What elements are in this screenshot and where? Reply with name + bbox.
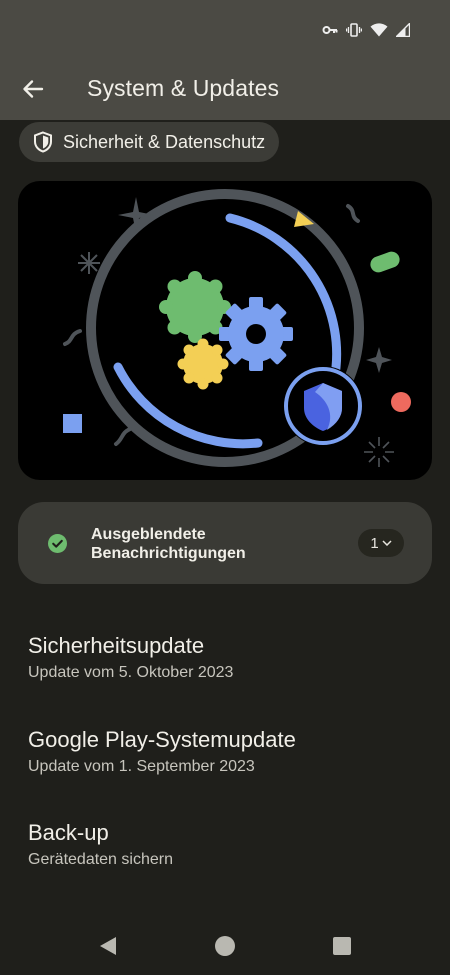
key-icon	[322, 24, 338, 36]
page-title: System & Updates	[87, 75, 280, 101]
notification-count: 1	[370, 534, 379, 552]
notification-count-badge[interactable]: 1	[358, 529, 404, 557]
item-title: Back-up	[28, 820, 109, 845]
item-title: Sicherheitsupdate	[28, 633, 205, 658]
blue-square-shape	[63, 414, 82, 433]
navigation-bar	[0, 915, 450, 975]
item-subtitle: Update vom 5. Oktober 2023	[28, 664, 234, 681]
illustration-graphic	[63, 189, 411, 467]
yellow-gear-icon	[177, 338, 229, 390]
security-illustration	[18, 181, 432, 480]
list-item-backup[interactable]: Back-up Gerätedaten sichern	[28, 819, 428, 869]
list-item-security-update[interactable]: Sicherheitsupdate Update vom 5. Oktober …	[28, 632, 428, 682]
status-bar	[0, 0, 450, 58]
shield-icon	[34, 131, 52, 153]
starburst-icon	[364, 437, 394, 467]
back-triangle-icon[interactable]	[98, 935, 118, 957]
arrow-back-icon	[23, 80, 44, 98]
home-circle-icon[interactable]	[214, 935, 236, 957]
hidden-notifications-label: Ausgeblendete Benachrichtigungen	[91, 526, 246, 562]
hidden-notifications-card[interactable]: Ausgeblendete Benachrichtigungen 1	[18, 502, 432, 584]
list-item-google-play-update[interactable]: Google Play-Systemupdate Update vom 1. S…	[28, 726, 428, 776]
chevron-down-icon	[382, 540, 392, 546]
chip-label: Sicherheit & Datenschutz	[63, 131, 266, 152]
wifi-icon	[370, 23, 388, 37]
shield-badge-icon	[283, 366, 363, 446]
check-circle-icon	[48, 534, 67, 553]
pill-shape	[370, 251, 400, 273]
signal-icon	[396, 23, 410, 37]
item-subtitle: Update vom 1. September 2023	[28, 758, 255, 775]
sparkle-icon	[118, 197, 154, 233]
blue-gear-icon	[219, 297, 293, 371]
security-privacy-chip[interactable]: Sicherheit & Datenschutz	[19, 122, 280, 162]
red-dot-shape	[391, 392, 411, 412]
back-button[interactable]	[14, 70, 52, 108]
squiggle-shape	[63, 329, 82, 346]
squiggle-shape	[346, 204, 360, 223]
app-bar: System & Updates	[0, 58, 450, 120]
recents-square-icon[interactable]	[333, 937, 351, 955]
item-subtitle: Gerätedaten sichern	[28, 851, 173, 868]
sparkle-icon	[366, 347, 392, 373]
starburst-icon	[78, 252, 100, 274]
vibrate-icon	[346, 22, 362, 38]
item-title: Google Play-Systemupdate	[28, 727, 296, 752]
squiggle-shape	[114, 427, 132, 446]
status-icons	[322, 20, 410, 40]
